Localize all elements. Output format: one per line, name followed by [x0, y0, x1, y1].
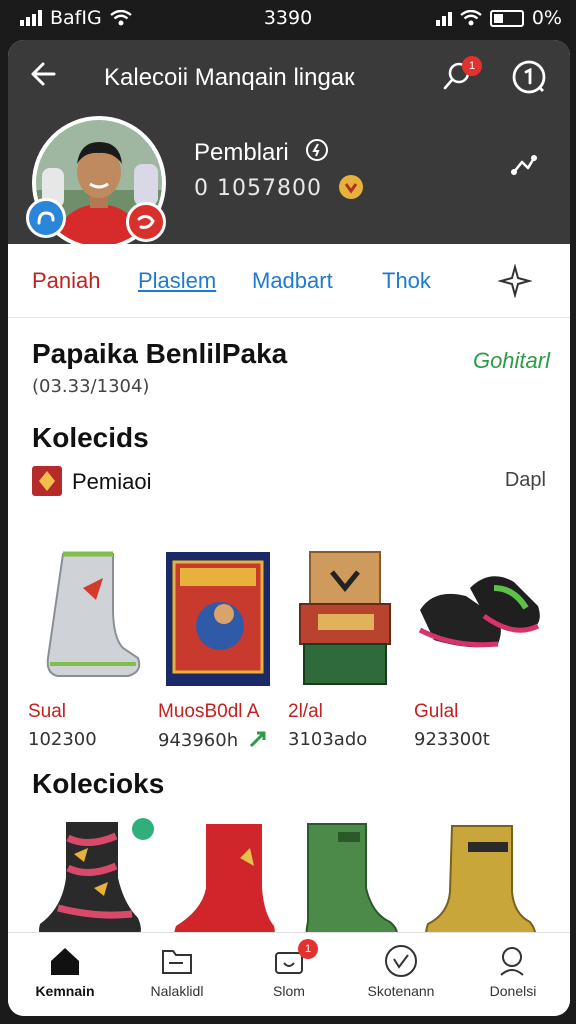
product-price: 3103ado: [288, 729, 368, 750]
nav-item-folder[interactable]: Nalaklidl: [122, 943, 232, 999]
tab-paniah[interactable]: Paniah: [32, 268, 101, 294]
filter-button[interactable]: [497, 263, 536, 302]
share-icon: [511, 155, 537, 175]
product-card[interactable]: Gulal 923300t: [414, 548, 544, 750]
tab-bar: Paniah Plaslem Madbart Thok: [8, 244, 570, 318]
status-right: 0%: [435, 7, 562, 29]
product-price: 102300: [28, 729, 97, 750]
product-price: 923300t: [414, 729, 490, 750]
info-icon: [512, 60, 546, 94]
tab-thok[interactable]: Thok: [382, 268, 431, 294]
profile-name-row: Pemblari: [194, 138, 329, 167]
main-content: Papaika BenlilPaka (03.33/1304) Gohitarl…: [8, 318, 570, 946]
section-link-1[interactable]: Gohitarl: [473, 348, 550, 374]
product-image: [299, 551, 391, 685]
battery-icon: [489, 9, 524, 27]
notification-badge: 1: [462, 56, 482, 76]
wifi-icon-2: [460, 10, 482, 26]
category-label: Pemiaoi: [72, 469, 152, 494]
profile-header: Kalecoii Manqain lingaк 1 Pemblari 0 105…: [8, 40, 570, 250]
section-title-3: Kolecioks: [32, 768, 165, 799]
product-image: [46, 551, 141, 677]
sparkle-icon: [497, 263, 533, 299]
signal-icon-2: [435, 10, 452, 26]
nav-label: Donelsi: [489, 983, 537, 999]
page-title: Kalecoii Manqain lingaк: [104, 64, 355, 91]
hand-icon: [37, 211, 55, 225]
category-link[interactable]: Dapl: [505, 469, 546, 492]
avatar-red-badge: [126, 202, 166, 242]
info-button[interactable]: [510, 58, 548, 96]
back-button[interactable]: [28, 58, 64, 94]
product-price: 943960h: [158, 730, 239, 751]
home-icon: [51, 948, 79, 975]
product-name: Sual: [28, 701, 67, 722]
trend-up-icon: [249, 731, 266, 748]
section-title-2: Kolecids: [32, 422, 149, 453]
nav-item-profile[interactable]: Donelsi: [458, 943, 568, 999]
folder-icon: [162, 950, 192, 974]
status-bar: BafIG 3390 0%: [0, 0, 576, 38]
category-row: Pemiaoi Dapl: [32, 466, 546, 496]
product-name: 2l/al: [288, 701, 323, 722]
product-card[interactable]: MuosB0dl A 943960h: [158, 548, 288, 751]
product-card[interactable]: 2l/al 3103ado: [288, 548, 418, 750]
nav-label: Nalaklidl: [150, 983, 204, 999]
app-panel: Kalecoii Manqain lingaк 1 Pemblari 0 105…: [8, 40, 570, 1016]
product-name: Gulal: [414, 701, 459, 722]
product-card[interactable]: Sual 102300: [28, 548, 158, 750]
coin-icon: [338, 175, 363, 199]
nav-label: Skotenann: [367, 983, 435, 999]
screen: BafIG 3390 0% Kalecoii Manqain lingaк 1: [0, 0, 576, 1024]
coin-balance: 0 1057800: [194, 176, 322, 201]
tab-madbart[interactable]: Madbart: [252, 268, 333, 294]
product-image: [166, 552, 270, 686]
product-image: [418, 576, 540, 648]
product-price-row: 943960h: [158, 729, 288, 751]
back-arrow-icon: [31, 62, 56, 86]
profile-icon: [500, 947, 524, 976]
bottom-nav: Kemnain Nalaklidl 1 Slom Skotenann Donel…: [8, 932, 570, 1016]
profile-coins-row: 0 1057800: [194, 174, 364, 201]
heart-icon: [385, 945, 417, 977]
chat-button[interactable]: 1: [440, 56, 482, 98]
tab-plaslem[interactable]: Plaslem: [138, 268, 216, 294]
profile-name: Pemblari: [194, 139, 289, 166]
verified-icon: [306, 139, 329, 161]
nav-item-store[interactable]: 1 Slom: [234, 939, 344, 999]
section-title-1: Papaika BenlilPaka: [32, 338, 288, 369]
avatar-blue-badge: [26, 198, 66, 238]
share-button[interactable]: [508, 150, 546, 188]
category-icon: [32, 466, 62, 496]
battery-percent: 0%: [531, 7, 562, 29]
nav-badge: 1: [298, 939, 318, 959]
whistle-icon: [137, 214, 155, 229]
avatar[interactable]: [26, 116, 166, 250]
nav-label: Kemnain: [35, 983, 95, 999]
nav-item-favorites[interactable]: Skotenann: [346, 943, 456, 999]
section-subtitle-1: (03.33/1304): [32, 376, 150, 397]
nav-item-home[interactable]: Kemnain: [10, 943, 120, 999]
nav-label: Slom: [273, 983, 305, 999]
product-name: MuosB0dl A: [158, 701, 260, 722]
